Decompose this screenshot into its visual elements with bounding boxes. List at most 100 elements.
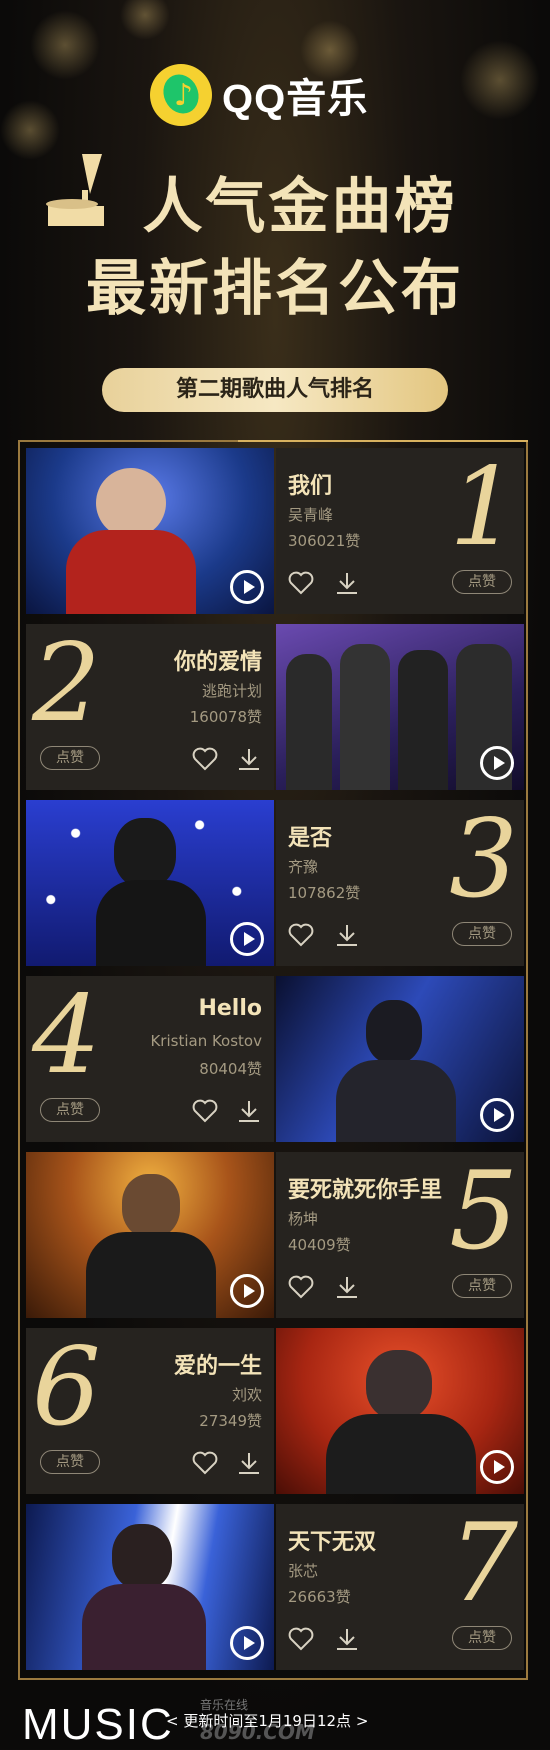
song-title: 要死就死你手里	[288, 1178, 443, 1203]
footer: MUSIC 音乐在线 8090.COM < 更新时间至1月19日12点 >	[0, 1690, 550, 1749]
song-photo[interactable]	[26, 800, 274, 966]
singer-silhouette	[96, 468, 166, 538]
play-button[interactable]	[480, 1098, 514, 1132]
page-title-line2: 最新排名公布	[86, 254, 464, 324]
download-icon[interactable]	[236, 1450, 262, 1476]
song-info-panel: 6 爱的一生 刘欢 27349赞 点赞	[26, 1328, 274, 1494]
like-count: 160078赞	[189, 708, 262, 726]
like-count: 80404赞	[199, 1060, 262, 1078]
brand-name: QQ音乐	[222, 77, 369, 121]
song-title: 是否	[288, 826, 333, 851]
rank-number: 4	[32, 973, 101, 1098]
song-title: 爱的一生	[173, 1354, 262, 1379]
qq-music-logo-icon: ♪	[150, 64, 212, 126]
song-info-panel: 1 我们 吴青峰 306021赞 点赞	[276, 448, 524, 614]
song-photo[interactable]	[26, 448, 274, 614]
singer-silhouette	[366, 1350, 432, 1420]
rank-number: 6	[32, 1325, 101, 1450]
song-info-panel: 5 要死就死你手里 杨坤 40409赞 点赞	[276, 1152, 524, 1318]
song-photo[interactable]	[276, 976, 524, 1142]
page-title-line1: 人气金曲榜	[142, 172, 458, 242]
ranking-item-4: 4 Hello Kristian Kostov 80404赞 点赞	[26, 976, 524, 1142]
play-button[interactable]	[230, 1626, 264, 1660]
artist-name: 杨坤	[288, 1210, 319, 1228]
download-icon[interactable]	[334, 1274, 360, 1300]
play-button[interactable]	[230, 922, 264, 956]
ranking-item-2: 2 你的爱情 逃跑计划 160078赞 点赞	[26, 624, 524, 790]
like-button[interactable]: 点赞	[452, 1626, 512, 1650]
heart-icon[interactable]	[192, 1098, 218, 1124]
song-title: 我们	[288, 474, 333, 499]
heart-icon[interactable]	[288, 922, 314, 948]
singer-silhouette	[286, 654, 332, 790]
rank-number: 5	[449, 1149, 518, 1274]
singer-silhouette	[122, 1174, 180, 1238]
download-icon[interactable]	[236, 746, 262, 772]
ranking-item-7: 7 天下无双 张芯 26663赞 点赞	[26, 1504, 524, 1670]
header: ♪ QQ音乐 人气金曲榜 最新排名公布 第二期歌曲人气排名	[0, 0, 550, 460]
singer-silhouette	[114, 818, 176, 888]
song-info-panel: 4 Hello Kristian Kostov 80404赞 点赞	[26, 976, 274, 1142]
play-button[interactable]	[230, 570, 264, 604]
ranking-item-5: 5 要死就死你手里 杨坤 40409赞 点赞	[26, 1152, 524, 1318]
period-label: 第二期歌曲人气排名	[102, 368, 448, 412]
artist-name: 逃跑计划	[201, 682, 262, 700]
like-button[interactable]: 点赞	[40, 746, 100, 770]
rank-number: 2	[32, 621, 101, 746]
download-icon[interactable]	[236, 1098, 262, 1124]
heart-icon[interactable]	[192, 1450, 218, 1476]
artist-name: 刘欢	[231, 1386, 262, 1404]
qq-music-logo[interactable]: ♪ QQ音乐	[150, 64, 368, 126]
like-button[interactable]: 点赞	[452, 570, 512, 594]
singer-silhouette	[366, 1000, 422, 1064]
song-photo[interactable]	[26, 1504, 274, 1670]
singer-silhouette	[336, 1060, 456, 1142]
like-count: 27349赞	[199, 1412, 262, 1430]
song-photo[interactable]	[276, 1328, 524, 1494]
singer-silhouette	[398, 650, 448, 790]
heart-icon[interactable]	[288, 1626, 314, 1652]
ranking-item-1: 1 我们 吴青峰 306021赞 点赞	[26, 448, 524, 614]
singer-silhouette	[96, 880, 206, 966]
song-info-panel: 3 是否 齐豫 107862赞 点赞	[276, 800, 524, 966]
song-info-panel: 7 天下无双 张芯 26663赞 点赞	[276, 1504, 524, 1670]
like-count: 107862赞	[288, 884, 361, 902]
rank-number: 3	[449, 797, 518, 922]
play-button[interactable]	[480, 746, 514, 780]
rank-number: 1	[449, 445, 518, 570]
like-count: 26663赞	[288, 1588, 351, 1606]
singer-silhouette	[112, 1524, 172, 1590]
heart-icon[interactable]	[288, 1274, 314, 1300]
like-button[interactable]: 点赞	[452, 922, 512, 946]
like-button[interactable]: 点赞	[40, 1098, 100, 1122]
frame-highlight	[238, 440, 528, 442]
song-info-panel: 2 你的爱情 逃跑计划 160078赞 点赞	[26, 624, 274, 790]
song-title: 你的爱情	[173, 650, 262, 675]
rank-number: 7	[449, 1501, 518, 1626]
song-photo[interactable]	[26, 1152, 274, 1318]
heart-icon[interactable]	[192, 746, 218, 772]
singer-silhouette	[340, 644, 390, 790]
like-button[interactable]: 点赞	[452, 1274, 512, 1298]
music-wordmark: MUSIC	[22, 1700, 174, 1749]
update-time: < 更新时间至1月19日12点 >	[166, 1712, 369, 1730]
artist-name: Kristian Kostov	[150, 1032, 262, 1050]
song-photo[interactable]	[276, 624, 524, 790]
play-button[interactable]	[230, 1274, 264, 1308]
song-title: 天下无双	[288, 1530, 377, 1555]
download-icon[interactable]	[334, 922, 360, 948]
like-count: 40409赞	[288, 1236, 351, 1254]
download-icon[interactable]	[334, 1626, 360, 1652]
like-count: 306021赞	[288, 532, 361, 550]
heart-icon[interactable]	[288, 570, 314, 596]
play-button[interactable]	[480, 1450, 514, 1484]
singer-silhouette	[326, 1414, 476, 1494]
song-title: Hello	[198, 996, 262, 1021]
download-icon[interactable]	[334, 570, 360, 596]
ranking-item-6: 6 爱的一生 刘欢 27349赞 点赞	[26, 1328, 524, 1494]
artist-name: 张芯	[288, 1562, 319, 1580]
artist-name: 吴青峰	[288, 506, 334, 524]
singer-silhouette	[66, 530, 196, 614]
like-button[interactable]: 点赞	[40, 1450, 100, 1474]
ranking-item-3: 3 是否 齐豫 107862赞 点赞	[26, 800, 524, 966]
